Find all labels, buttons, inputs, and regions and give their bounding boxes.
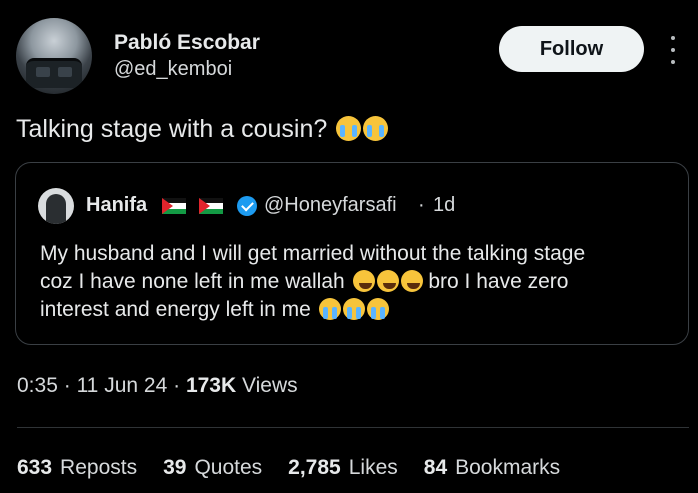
grinning-squinting-face-icon (400, 270, 423, 292)
quoted-author-name[interactable]: Hanifa (86, 194, 147, 217)
quoted-text-line-2: coz I have none left in me wallah bro I … (40, 268, 660, 296)
quotes-label: Quotes (194, 456, 263, 479)
quotes-count: 39 (163, 456, 187, 479)
palestine-flag-icon (162, 198, 186, 214)
avatar-image (26, 58, 82, 88)
reposts-label: Reposts (60, 456, 138, 479)
author-handle[interactable]: @ed_kemboi (114, 58, 232, 81)
likes-stat[interactable]: 2,785 Likes (288, 456, 398, 480)
loudly-crying-face-icon (342, 298, 365, 320)
verified-badge-icon (237, 196, 257, 216)
meta-separator: · (63, 374, 71, 397)
quoted-author-handle[interactable]: @Honeyfarsafi (264, 194, 397, 217)
quoted-text-line-2b: bro I have zero (428, 270, 569, 293)
bookmarks-count: 84 (423, 456, 448, 479)
likes-count: 2,785 (288, 456, 341, 479)
reposts-count: 633 (17, 456, 53, 479)
tweet-meta: 0:35 · 11 Jun 24 · 173K Views (17, 374, 298, 398)
grinning-squinting-face-icon (352, 270, 375, 292)
loudly-crying-face-icon (318, 298, 341, 320)
palestine-flag-icon (199, 198, 223, 214)
meta-separator: · (173, 374, 181, 397)
author-name[interactable]: Pabló Escobar (114, 31, 260, 55)
tweet-body: Talking stage with a cousin? (16, 115, 328, 143)
quotes-stat[interactable]: 39 Quotes (163, 456, 262, 480)
quoted-separator: · (418, 194, 425, 216)
author-avatar[interactable] (16, 18, 92, 94)
bookmarks-label: Bookmarks (455, 456, 561, 479)
quoted-tweet[interactable]: Hanifa @Honeyfarsafi · 1d My husband and… (15, 162, 689, 345)
tweet-text: Talking stage with a cousin? (16, 115, 389, 144)
more-options-icon[interactable] (666, 36, 680, 64)
quoted-text: My husband and I will get married withou… (40, 240, 660, 324)
loudly-crying-face-icon (363, 116, 389, 141)
reposts-stat[interactable]: 633 Reposts (17, 456, 137, 480)
quoted-text-line-3a: interest and energy left in me (40, 298, 311, 321)
loudly-crying-face-icon (366, 298, 389, 320)
follow-button[interactable]: Follow (499, 26, 644, 72)
quoted-timestamp[interactable]: 1d (433, 194, 455, 217)
quoted-text-line-3: interest and energy left in me (40, 296, 660, 324)
loudly-crying-face-icon (336, 116, 362, 141)
quoted-text-line-1: My husband and I will get married withou… (40, 242, 586, 265)
tweet-time[interactable]: 0:35 (17, 374, 58, 397)
views-label: Views (241, 374, 298, 397)
views-count: 173K (185, 374, 237, 397)
quoted-avatar[interactable] (38, 188, 74, 224)
likes-label: Likes (348, 456, 398, 479)
bookmarks-stat[interactable]: 84 Bookmarks (424, 456, 560, 480)
tweet-date[interactable]: 11 Jun 24 (77, 374, 168, 397)
grinning-squinting-face-icon (376, 270, 399, 292)
engagement-stats: 633 Reposts 39 Quotes 2,785 Likes 84 Boo… (17, 456, 560, 480)
divider (17, 427, 689, 428)
quoted-text-line-2a: coz I have none left in me wallah (40, 270, 345, 293)
